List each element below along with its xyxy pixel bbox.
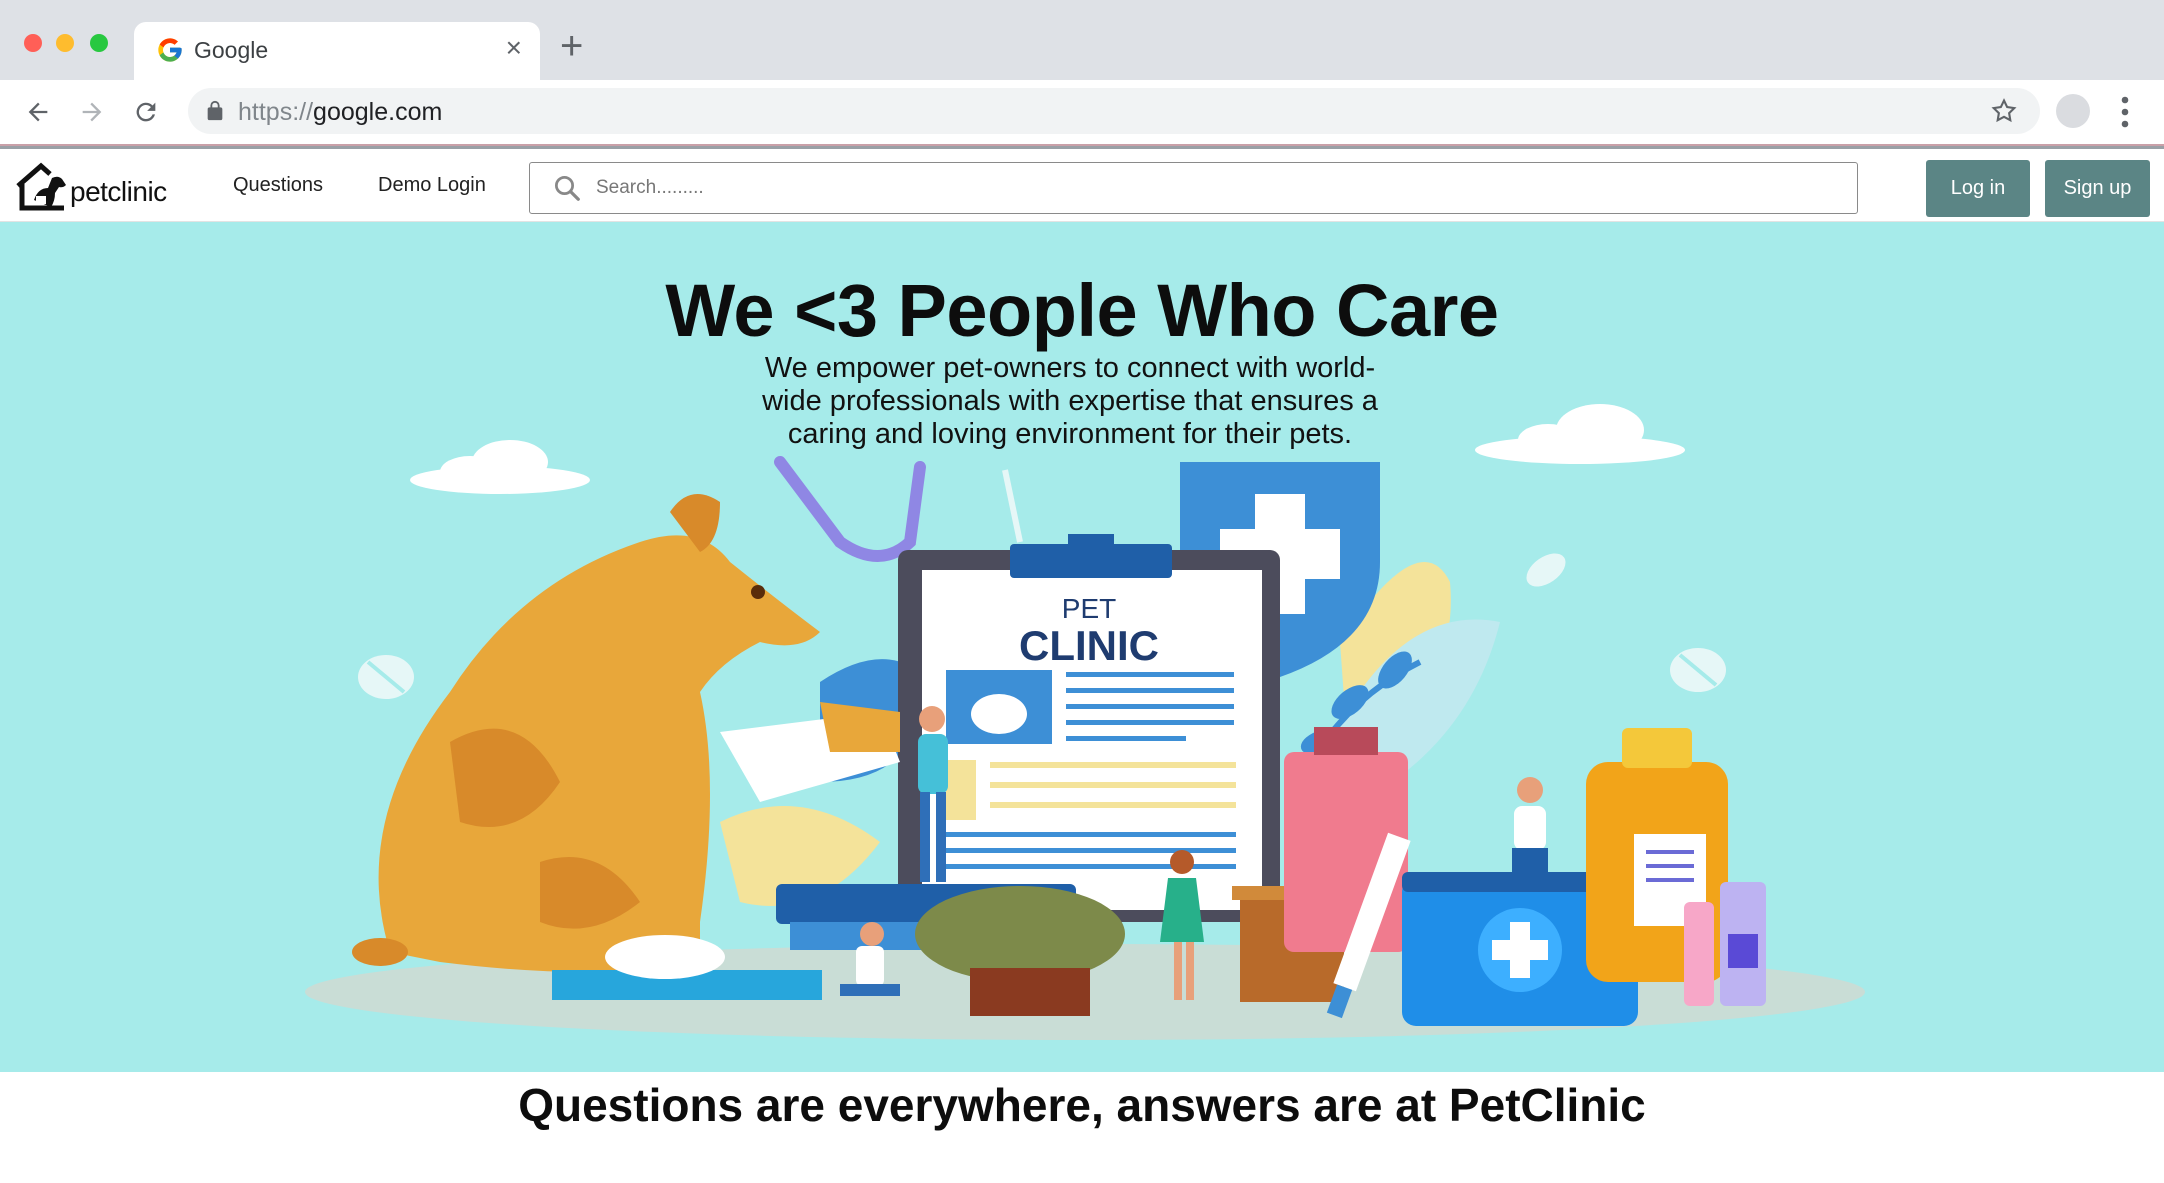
pill-small-icon xyxy=(1526,553,1566,587)
dog-house-icon xyxy=(16,162,66,211)
maximize-window-button[interactable] xyxy=(90,34,108,52)
search-box xyxy=(529,162,1858,214)
browser-chrome: Google × + https://google.com xyxy=(0,0,2164,149)
turtle-icon xyxy=(915,886,1125,982)
new-tab-button[interactable]: + xyxy=(560,26,583,66)
pill-left-icon xyxy=(358,655,414,699)
browser-tab[interactable]: Google × xyxy=(134,22,540,80)
cloud-right-icon xyxy=(1475,404,1685,464)
petclinic-logo[interactable]: petclinic xyxy=(14,160,167,212)
vet-with-puppy-icon xyxy=(1512,777,1548,878)
tagline: Questions are everywhere, answers are at… xyxy=(518,1079,1646,1131)
cloud-left-icon xyxy=(410,440,590,494)
nav-link-demo-login[interactable]: Demo Login xyxy=(378,174,486,197)
forward-icon[interactable] xyxy=(72,92,112,132)
url-text: https://google.com xyxy=(238,98,443,126)
signup-button[interactable]: Sign up xyxy=(2045,160,2150,217)
address-bar[interactable]: https://google.com xyxy=(188,88,2040,134)
menu-icon[interactable] xyxy=(2120,94,2130,130)
search-input[interactable] xyxy=(596,171,1836,205)
clipboard-label-clinic: CLINIC xyxy=(1019,622,1159,669)
stethoscope-icon xyxy=(774,456,926,562)
google-favicon-icon xyxy=(158,38,182,62)
hero-title: We <3 People Who Care xyxy=(665,269,1499,352)
star-icon[interactable] xyxy=(1990,97,2018,125)
login-button[interactable]: Log in xyxy=(1926,160,2030,217)
hero-subtitle: We empower pet-owners to connect with wo… xyxy=(762,352,1378,450)
tab-close-icon[interactable]: × xyxy=(506,34,522,62)
app-navbar: petclinic Questions Demo Login Log in Si… xyxy=(0,150,2164,222)
browser-toolbar: https://google.com xyxy=(0,80,2164,144)
logo-text: petclinic xyxy=(70,176,167,207)
nav-link-questions[interactable]: Questions xyxy=(233,174,323,197)
clipboard-label-pet: PET xyxy=(1062,593,1116,624)
reload-icon[interactable] xyxy=(126,92,166,132)
search-icon xyxy=(555,176,580,201)
pill-right-icon xyxy=(1670,648,1726,692)
hero-section: PET CLINIC We <3 People Who Care We empo… xyxy=(0,222,2164,1072)
tab-title: Google xyxy=(194,37,269,63)
lock-icon xyxy=(207,100,223,121)
minimize-window-button[interactable] xyxy=(56,34,74,52)
profile-avatar[interactable] xyxy=(2056,94,2090,128)
back-icon[interactable] xyxy=(18,92,58,132)
close-window-button[interactable] xyxy=(24,34,42,52)
